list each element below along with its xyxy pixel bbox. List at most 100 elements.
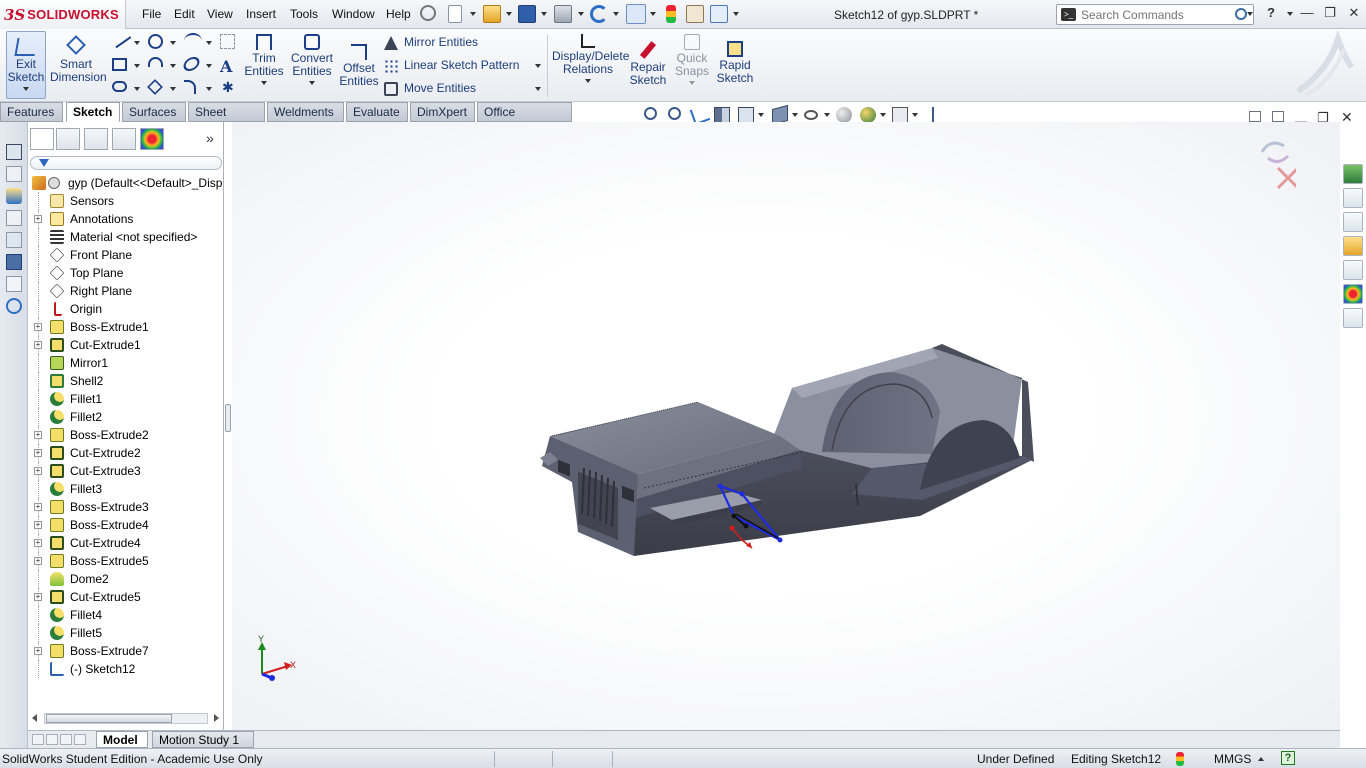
expand-toggle-icon[interactable]: + [34,521,42,529]
file-properties-icon[interactable] [686,5,704,23]
chevron-down-icon[interactable] [506,12,512,16]
propertymanager-tab-icon[interactable] [56,128,80,150]
home-icon[interactable] [1343,188,1363,208]
rebuild-icon[interactable] [666,5,676,23]
tab-sketch[interactable]: Sketch [66,102,120,122]
previous-tab-arrow[interactable] [46,734,58,745]
tree-item[interactable]: Mirror1 [28,354,224,372]
menu-file[interactable]: File [142,7,161,21]
search-input[interactable] [1081,7,1231,22]
jeep-body[interactable] [540,344,1034,556]
chevron-down-icon[interactable] [206,64,212,68]
tree-item[interactable]: Fillet3 [28,480,224,498]
search-icon[interactable] [1235,8,1247,20]
tile-horizontal-icon[interactable] [1249,111,1261,122]
feature-tree-filter[interactable] [30,156,222,170]
jeep-model-view[interactable]: Y X [232,122,1340,730]
new-document-icon[interactable] [448,5,462,23]
expand-toggle-icon[interactable]: + [34,449,42,457]
chevron-down-icon[interactable] [880,113,886,117]
panel-splitter[interactable] [224,122,232,730]
tree-item[interactable]: + Boss-Extrude2 [28,426,224,444]
pin-icon[interactable] [420,5,436,21]
tree-item[interactable]: + Cut-Extrude5 [28,588,224,606]
featuremanager-tab-icon[interactable] [30,128,54,150]
open-folder-icon[interactable] [483,5,501,23]
doc-close-button[interactable]: ✕ [1341,109,1353,126]
chevron-down-icon[interactable] [792,113,798,117]
menu-insert[interactable]: Insert [246,7,276,21]
tree-item[interactable]: Dome2 [28,570,224,588]
point-icon[interactable]: ✱ [222,79,240,95]
chevron-down-icon[interactable] [578,12,584,16]
spline-icon[interactable] [184,33,202,49]
last-tab-arrow[interactable] [74,734,86,745]
chevron-down-icon[interactable] [650,12,656,16]
expand-toggle-icon[interactable]: + [34,539,42,547]
tree-item[interactable]: Front Plane [28,246,224,264]
check-sketch-icon[interactable] [6,276,22,292]
exit-sketch-button[interactable]: Exit Sketch [6,31,46,99]
help-icon[interactable]: ? [1263,6,1279,20]
sketch-save-icon[interactable] [6,254,22,270]
rebuild-status-icon[interactable] [1176,752,1184,766]
convert-entities-button[interactable]: Convert Entities [288,32,336,85]
design-library-icon[interactable] [1343,212,1363,232]
chevron-down-icon[interactable] [261,81,267,85]
chevron-down-icon[interactable] [134,41,140,45]
offset-entities-button[interactable]: Offset Entities [338,42,380,88]
chevron-down-icon[interactable] [206,41,212,45]
first-tab-arrow[interactable] [32,734,44,745]
slot-icon[interactable] [112,81,127,92]
view-orientation-icon[interactable] [738,107,754,123]
tree-item[interactable]: + Boss-Extrude4 [28,516,224,534]
options-icon[interactable] [710,5,728,23]
mirror-entities-button[interactable]: Mirror Entities [384,35,478,50]
tree-item[interactable]: + Cut-Extrude2 [28,444,224,462]
sketch-chamfer-icon[interactable] [184,80,196,94]
custom-properties-icon[interactable] [1343,308,1363,328]
tree-item[interactable]: + Cut-Extrude3 [28,462,224,480]
chevron-down-icon[interactable] [23,87,29,91]
zoom-to-area-icon[interactable] [668,107,681,120]
construction-geometry-icon[interactable] [220,34,235,49]
chevron-down-icon[interactable] [535,87,541,91]
expand-toggle-icon[interactable]: + [34,215,42,223]
chevron-down-icon[interactable] [1287,12,1293,16]
expand-toggle-icon[interactable]: + [34,467,42,475]
tab-model[interactable]: Model [96,731,148,748]
chevron-down-icon[interactable] [170,41,176,45]
sketch-text-icon[interactable]: A [220,57,238,76]
arc-icon[interactable] [148,57,163,67]
block-icon[interactable] [6,210,22,226]
relations-tool-icon[interactable] [6,298,22,314]
restore-button[interactable]: ❐ [1322,6,1338,20]
section-view-icon[interactable] [714,107,730,123]
menu-help[interactable]: Help [386,7,411,21]
tree-item[interactable]: + Boss-Extrude5 [28,552,224,570]
expand-toggle-icon[interactable]: + [34,503,42,511]
chevron-down-icon[interactable] [170,64,176,68]
search-box[interactable]: >_ [1056,4,1254,25]
solidworks-logo[interactable]: 3S SOLIDWORKS [0,0,126,29]
tab-dimxpert[interactable]: DimXpert [410,102,475,122]
close-button[interactable]: ✕ [1346,6,1362,20]
tab-sheet-metal[interactable]: Sheet Metal [188,102,265,138]
chevron-down-icon[interactable] [170,87,176,91]
undo-icon[interactable] [590,5,608,23]
tree-item[interactable]: + Annotations [28,210,224,228]
chevron-down-icon[interactable] [824,113,830,117]
zoom-to-fit-icon[interactable] [644,107,657,120]
chevron-down-icon[interactable] [535,64,541,68]
minimize-button[interactable]: — [1299,6,1315,20]
chevron-down-icon[interactable] [134,64,140,68]
chevron-up-icon[interactable] [1258,757,1264,761]
chevron-down-icon[interactable] [613,12,619,16]
expand-toggle-icon[interactable]: + [34,593,42,601]
tab-evaluate[interactable]: Evaluate [346,102,408,122]
chevron-down-icon[interactable] [689,81,695,85]
appearances-scenes-icon[interactable] [1343,284,1363,304]
tree-item[interactable]: + Boss-Extrude3 [28,498,224,516]
chevron-down-icon[interactable] [733,12,739,16]
tree-item[interactable]: Material <not specified> [28,228,224,246]
